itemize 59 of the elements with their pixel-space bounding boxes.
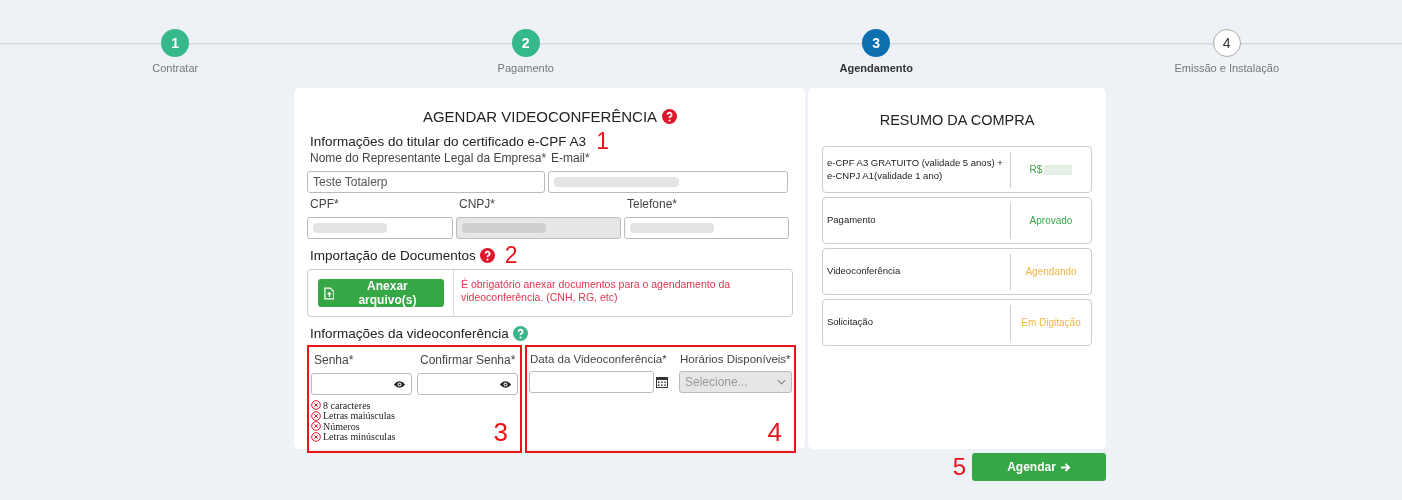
step-circle: 3: [862, 29, 891, 57]
schedule-button[interactable]: Agendar: [972, 453, 1106, 481]
step-label: Pagamento: [497, 62, 554, 74]
section-heading: Informações do titular do certificado e-CPF A3: [310, 133, 587, 149]
annotation-number: 4: [767, 419, 782, 445]
step-circle: 4: [1212, 29, 1241, 57]
password-rule: Números: [323, 420, 360, 432]
input-field[interactable]: Teste Totalerp: [307, 171, 545, 193]
section-heading: Importação de Documentos: [310, 247, 476, 263]
summary-value: R$: [1029, 164, 1043, 175]
summary-value: Aprovado: [1029, 215, 1073, 226]
field-label: Telefone*: [627, 197, 679, 211]
step-label: Emissão e Instalação: [1174, 62, 1280, 74]
help-icon[interactable]: [662, 109, 678, 124]
section-heading: Informações da videoconferência: [310, 325, 509, 341]
redacted-value: [1044, 164, 1073, 175]
password-rule: Letras minúsculas: [323, 431, 396, 443]
step-label: Contratar: [152, 62, 199, 74]
summary-label: Videoconferência: [826, 265, 902, 278]
summary-label: Solicitação: [826, 316, 874, 329]
field-label: Confirmar Senha*: [420, 353, 517, 367]
form-title: AGENDAR VIDEOCONFERÊNCIA: [422, 108, 658, 125]
summary-value: Em Digitação: [1021, 317, 1081, 328]
step-label: Agendamento: [839, 62, 913, 74]
field-label: Horários Disponíveis*: [680, 353, 792, 365]
file-upload-icon: [323, 286, 335, 300]
password-rule: Letras maiúsculas: [323, 410, 395, 422]
field-label: Nome do Representante Legal da Empresa*: [310, 151, 545, 165]
input-field[interactable]: [307, 217, 453, 239]
field-label: Senha*: [314, 353, 355, 367]
summary-value: Agendando: [1025, 266, 1077, 277]
required-notice: É obrigatório anexar documentos para o agendamento da videoconferência. (CNH, RG, etc): [460, 277, 731, 306]
date-field[interactable]: [529, 371, 654, 393]
annotation-number: 2: [504, 243, 518, 267]
annotation-number: 5: [952, 455, 966, 479]
annotation-number: 3: [493, 419, 508, 445]
eye-icon[interactable]: [393, 379, 406, 389]
help-icon[interactable]: [512, 325, 528, 341]
step-circle: 1: [161, 29, 190, 57]
help-icon[interactable]: [479, 247, 495, 263]
summary-label: Pagamento: [826, 214, 877, 227]
input-field[interactable]: [624, 217, 789, 239]
annotation-number: 1: [596, 129, 609, 153]
password-rule: 8 caracteres: [323, 399, 371, 411]
arrow-right-icon: [1059, 462, 1071, 472]
input-field[interactable]: [548, 171, 788, 193]
calendar-icon[interactable]: [656, 376, 668, 388]
password-field[interactable]: [311, 373, 412, 395]
summary-label: e-CPF A3 GRATUITO (validade 5 anos) + e-CNPJ A1(validade 1 ano): [826, 156, 1004, 183]
field-label: CPF*: [310, 197, 340, 211]
eye-icon[interactable]: [499, 379, 512, 389]
password-field[interactable]: [417, 373, 518, 395]
summary-title: RESUMO DA COMPRA: [879, 112, 1035, 128]
chevron-down-icon: [777, 379, 786, 385]
attach-button[interactable]: Anexar arquivo(s): [317, 279, 444, 307]
field-label: Data da Videoconferência*: [530, 353, 668, 365]
field-label: E-mail*: [551, 151, 591, 165]
field-label: CNPJ*: [459, 197, 496, 211]
step-circle: 2: [511, 29, 540, 57]
